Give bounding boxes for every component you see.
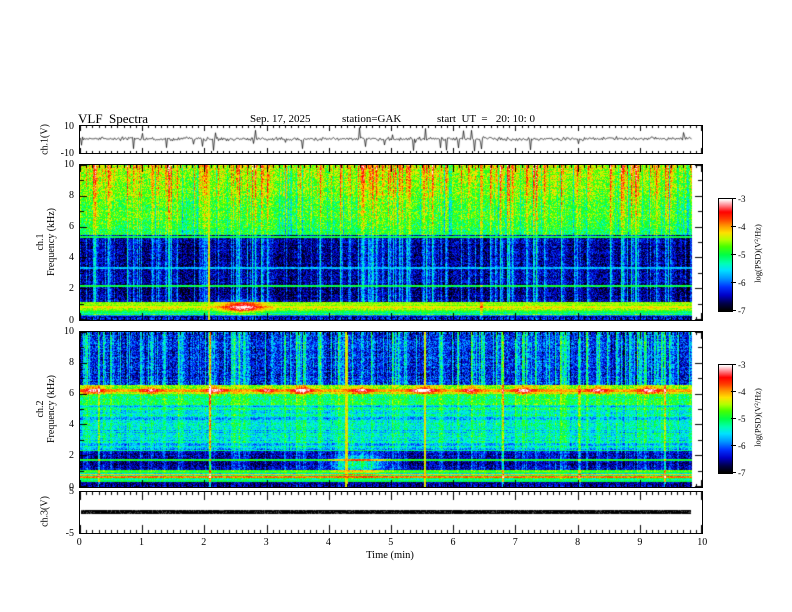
y-tick-label: 10 — [64, 120, 74, 132]
colorbar-tick-label: -5 — [738, 413, 746, 424]
colorbar-tick-label: -7 — [738, 467, 746, 478]
figure-date: Sep. 17, 2025 — [250, 113, 311, 125]
x-tick-label: 5 — [388, 537, 394, 548]
x-tick-label: 9 — [637, 537, 643, 548]
x-tick-label: 10 — [697, 537, 708, 548]
colorbar-tick-mark — [731, 310, 736, 311]
colorbar-tick-mark — [731, 364, 736, 365]
y-tick-label: 10 — [64, 325, 74, 337]
x-tick-label: 2 — [201, 537, 207, 548]
colorbar-tick-label: -6 — [738, 440, 746, 451]
x-tick-label: 4 — [325, 537, 331, 548]
ch1-waveform-canvas — [80, 126, 702, 153]
colorbar-tick-mark — [731, 282, 736, 283]
colorbar-tick-label: -3 — [738, 359, 746, 370]
colorbar-2 — [718, 364, 733, 474]
y-tick-label: 4 — [69, 419, 74, 431]
figure-start-ut: start UT = 20: 10: 0 — [437, 113, 535, 125]
y-tick-label: 0 — [69, 314, 74, 326]
colorbar-tick-label: -3 — [738, 193, 746, 204]
y-tick-label: 8 — [69, 189, 74, 201]
vlf-spectra-figure: VLF Spectra Sep. 17, 2025 station=GAK st… — [0, 0, 792, 612]
y-tick-label: 4 — [69, 252, 74, 264]
colorbar-tick-mark — [731, 418, 736, 419]
x-axis-title: Time (min) — [366, 550, 414, 561]
ch2-spectrogram-panel — [79, 331, 703, 488]
y-tick-label: 8 — [69, 356, 74, 368]
colorbar-tick-label: -7 — [738, 305, 746, 316]
ch2-spectrogram-canvas — [80, 332, 702, 487]
y-tick-label: 6 — [69, 220, 74, 232]
y-tick-label: 2 — [69, 283, 74, 295]
x-tick-label: 7 — [512, 537, 518, 548]
colorbar-tick-mark — [731, 391, 736, 392]
colorbar-tick-mark — [731, 472, 736, 473]
colorbar-1-gradient — [719, 199, 732, 311]
x-tick-label: 6 — [450, 537, 456, 548]
colorbar-tick-label: -5 — [738, 249, 746, 260]
colorbar-tick-mark — [731, 226, 736, 227]
colorbar-2-gradient — [719, 365, 732, 473]
y-tick-label: 2 — [69, 450, 74, 462]
x-tick-label: 0 — [76, 537, 82, 548]
x-tick-label: 8 — [575, 537, 581, 548]
colorbar-tick-label: -4 — [738, 221, 746, 232]
y-tick-label: -10 — [60, 147, 74, 159]
colorbar-tick-mark — [731, 254, 736, 255]
y-tick-label: 5 — [69, 485, 74, 497]
y-tick-label: 6 — [69, 387, 74, 399]
x-tick-label: 3 — [263, 537, 269, 548]
colorbar-tick-mark — [731, 198, 736, 199]
ch3-waveform-canvas — [80, 492, 702, 533]
colorbar-tick-label: -6 — [738, 277, 746, 288]
colorbar-tick-mark — [731, 445, 736, 446]
colorbar-tick-label: -4 — [738, 386, 746, 397]
y-tick-label: 10 — [64, 158, 74, 170]
figure-station: station=GAK — [342, 113, 402, 125]
ch1-waveform-panel — [79, 125, 703, 154]
colorbar-1 — [718, 198, 733, 312]
ch1-spectrogram-panel — [79, 164, 703, 321]
ch1-spectrogram-canvas — [80, 165, 702, 320]
x-tick-label: 1 — [139, 537, 144, 548]
ch3-waveform-panel — [79, 491, 703, 534]
